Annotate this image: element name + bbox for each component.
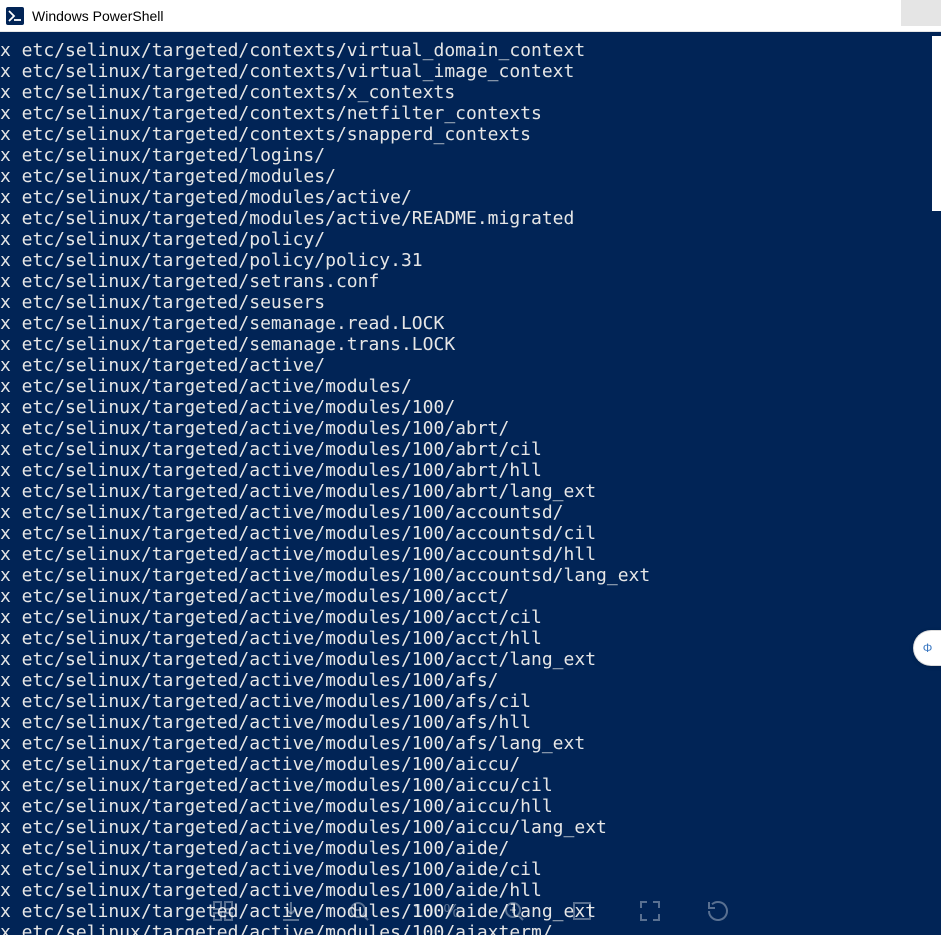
terminal-output-line: x etc/selinux/targeted/policy/policy.31 (0, 250, 941, 271)
terminal-output-line: x etc/selinux/targeted/active/modules/10… (0, 607, 941, 628)
terminal-output-line: x etc/selinux/targeted/active/modules/10… (0, 628, 941, 649)
terminal-output-line: x etc/selinux/targeted/active/modules/10… (0, 439, 941, 460)
terminal-output-line: x etc/selinux/targeted/active/modules/10… (0, 880, 941, 901)
terminal-output-line: x etc/selinux/targeted/active/modules/ (0, 376, 941, 397)
terminal-output-line: x etc/selinux/targeted/active/modules/10… (0, 691, 941, 712)
window-titlebar[interactable]: Windows PowerShell (0, 0, 941, 32)
terminal-output-line: x etc/selinux/targeted/active/modules/10… (0, 544, 941, 565)
terminal-output-line: x etc/selinux/targeted/semanage.trans.LO… (0, 334, 941, 355)
terminal-output-line: x etc/selinux/targeted/setrans.conf (0, 271, 941, 292)
terminal-output-line: x etc/selinux/targeted/seusers (0, 292, 941, 313)
terminal-output-line: x etc/selinux/targeted/active/modules/10… (0, 523, 941, 544)
terminal-output-line: x etc/selinux/targeted/active/modules/10… (0, 481, 941, 502)
floating-badge-label: Φ (923, 641, 933, 655)
terminal-output-line: x etc/selinux/targeted/modules/ (0, 166, 941, 187)
terminal-output-line: x etc/selinux/targeted/active/modules/10… (0, 859, 941, 880)
terminal-output-line: x etc/selinux/targeted/logins/ (0, 145, 941, 166)
terminal-output-line: x etc/selinux/targeted/active/ (0, 355, 941, 376)
terminal-output-line: x etc/selinux/targeted/modules/active/RE… (0, 208, 941, 229)
right-gutter (932, 36, 941, 211)
terminal-output-line: x etc/selinux/targeted/contexts/netfilte… (0, 103, 941, 124)
terminal-output-line: x etc/selinux/targeted/active/modules/10… (0, 796, 941, 817)
terminal-output-line: x etc/selinux/targeted/active/modules/10… (0, 649, 941, 670)
terminal-output-line: x etc/selinux/targeted/contexts/x_contex… (0, 82, 941, 103)
terminal-output-line: x etc/selinux/targeted/active/modules/10… (0, 670, 941, 691)
terminal-output-line: x etc/selinux/targeted/active/modules/10… (0, 754, 941, 775)
terminal-output-line: x etc/selinux/targeted/active/modules/10… (0, 418, 941, 439)
terminal-output-line: x etc/selinux/targeted/active/modules/10… (0, 922, 941, 935)
terminal-output-line: x etc/selinux/targeted/policy/ (0, 229, 941, 250)
terminal-output-line: x etc/selinux/targeted/active/modules/10… (0, 397, 941, 418)
terminal-output-line: x etc/selinux/targeted/active/modules/10… (0, 838, 941, 859)
terminal-output-line: x etc/selinux/targeted/active/modules/10… (0, 712, 941, 733)
terminal-output-line: x etc/selinux/targeted/active/modules/10… (0, 460, 941, 481)
terminal-output-line: x etc/selinux/targeted/active/modules/10… (0, 775, 941, 796)
window-control-button[interactable] (901, 0, 941, 26)
terminal-output-line: x etc/selinux/targeted/active/modules/10… (0, 586, 941, 607)
terminal-output-line: x etc/selinux/targeted/active/modules/10… (0, 733, 941, 754)
floating-badge[interactable]: Φ (913, 630, 941, 666)
terminal-output-line: x etc/selinux/targeted/contexts/virtual_… (0, 40, 941, 61)
terminal-output-line: x etc/selinux/targeted/modules/active/ (0, 187, 941, 208)
terminal-output-line: x etc/selinux/targeted/active/modules/10… (0, 817, 941, 838)
powershell-icon (6, 7, 24, 25)
terminal-output-line: x etc/selinux/targeted/contexts/virtual_… (0, 61, 941, 82)
terminal-output-line: x etc/selinux/targeted/active/modules/10… (0, 565, 941, 586)
terminal-output-line: x etc/selinux/targeted/contexts/snapperd… (0, 124, 941, 145)
terminal-output-line: x etc/selinux/targeted/active/modules/10… (0, 502, 941, 523)
window-title: Windows PowerShell (32, 8, 164, 24)
terminal-output-line: x etc/selinux/targeted/semanage.read.LOC… (0, 313, 941, 334)
terminal-viewport[interactable]: x etc/selinux/targeted/contexts/virtual_… (0, 32, 941, 935)
terminal-output-line: x etc/selinux/targeted/active/modules/10… (0, 901, 941, 922)
